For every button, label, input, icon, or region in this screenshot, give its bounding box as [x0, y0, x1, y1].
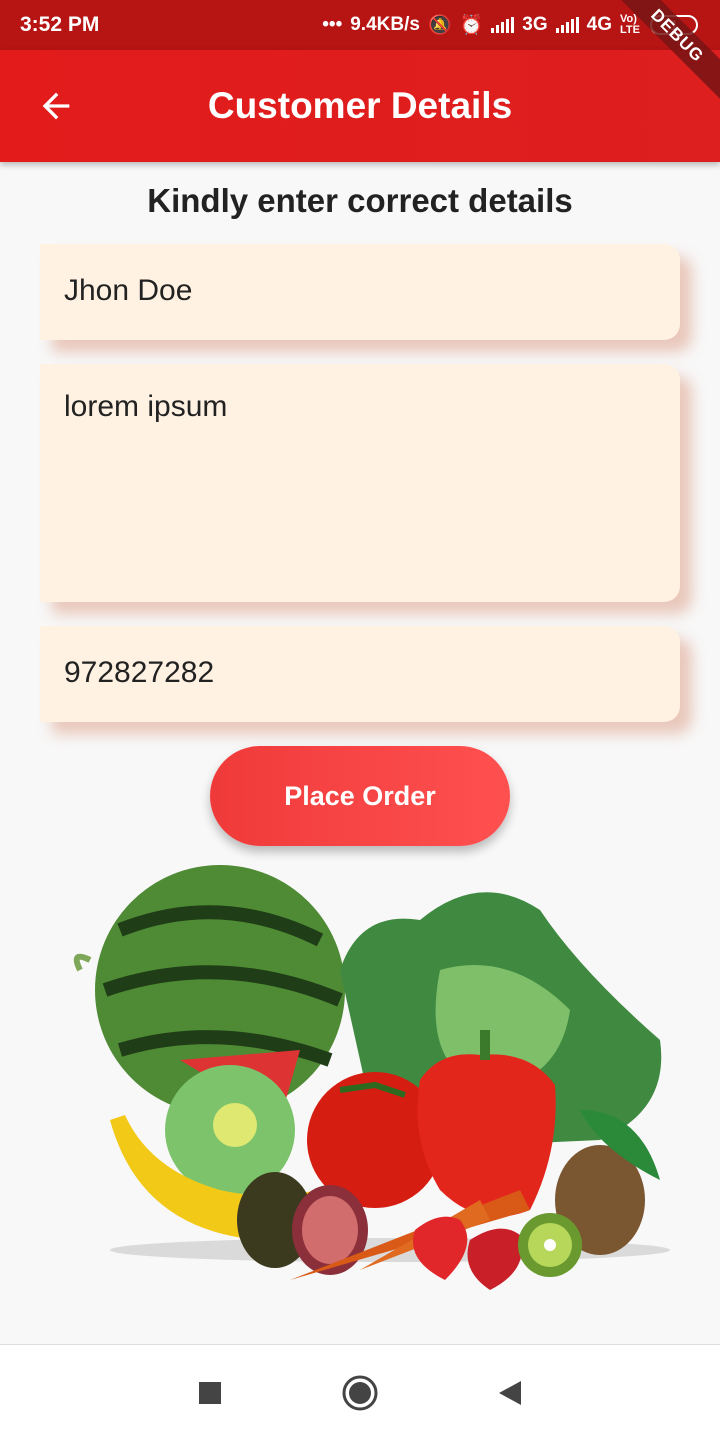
- circle-icon: [342, 1375, 378, 1410]
- dots-icon: •••: [322, 14, 343, 35]
- home-button[interactable]: [340, 1373, 380, 1413]
- system-nav-bar: [0, 1344, 720, 1440]
- vegetables-illustration: [73, 865, 670, 1290]
- address-value: lorem ipsum: [64, 390, 228, 423]
- form-heading: Kindly enter correct details: [147, 182, 573, 219]
- signal-icon-2: [555, 17, 579, 33]
- name-value: Jhon Doe: [64, 274, 193, 307]
- phone-value: 972827282: [64, 656, 215, 689]
- place-order-button[interactable]: Place Order: [210, 746, 510, 846]
- back-button[interactable]: [36, 86, 76, 126]
- status-bar: 3:52 PM ••• 9.4KB/s 🔕 ⏰ 3G 4G Vo) LTE 1: [0, 0, 720, 50]
- recents-button[interactable]: [190, 1373, 230, 1413]
- mute-icon: 🔕: [427, 15, 452, 36]
- network-label-2: 4G: [586, 14, 612, 35]
- square-icon: [199, 1381, 221, 1404]
- phone-field[interactable]: 972827282: [40, 626, 680, 722]
- page-title: Customer Details: [207, 85, 513, 126]
- network-label-1: 3G: [522, 14, 548, 35]
- app-bar: Customer Details: [0, 50, 720, 162]
- name-field[interactable]: Jhon Doe: [40, 244, 680, 340]
- address-field[interactable]: lorem ipsum: [40, 364, 680, 602]
- signal-icon: [491, 17, 515, 33]
- nav-back-button[interactable]: [490, 1373, 530, 1413]
- alarm-icon: ⏰: [459, 15, 484, 36]
- arrow-left-icon: [42, 92, 70, 120]
- network-speed: 9.4KB/s: [350, 14, 420, 35]
- status-time: 3:52 PM: [20, 13, 100, 36]
- triangle-back-icon: [499, 1380, 521, 1405]
